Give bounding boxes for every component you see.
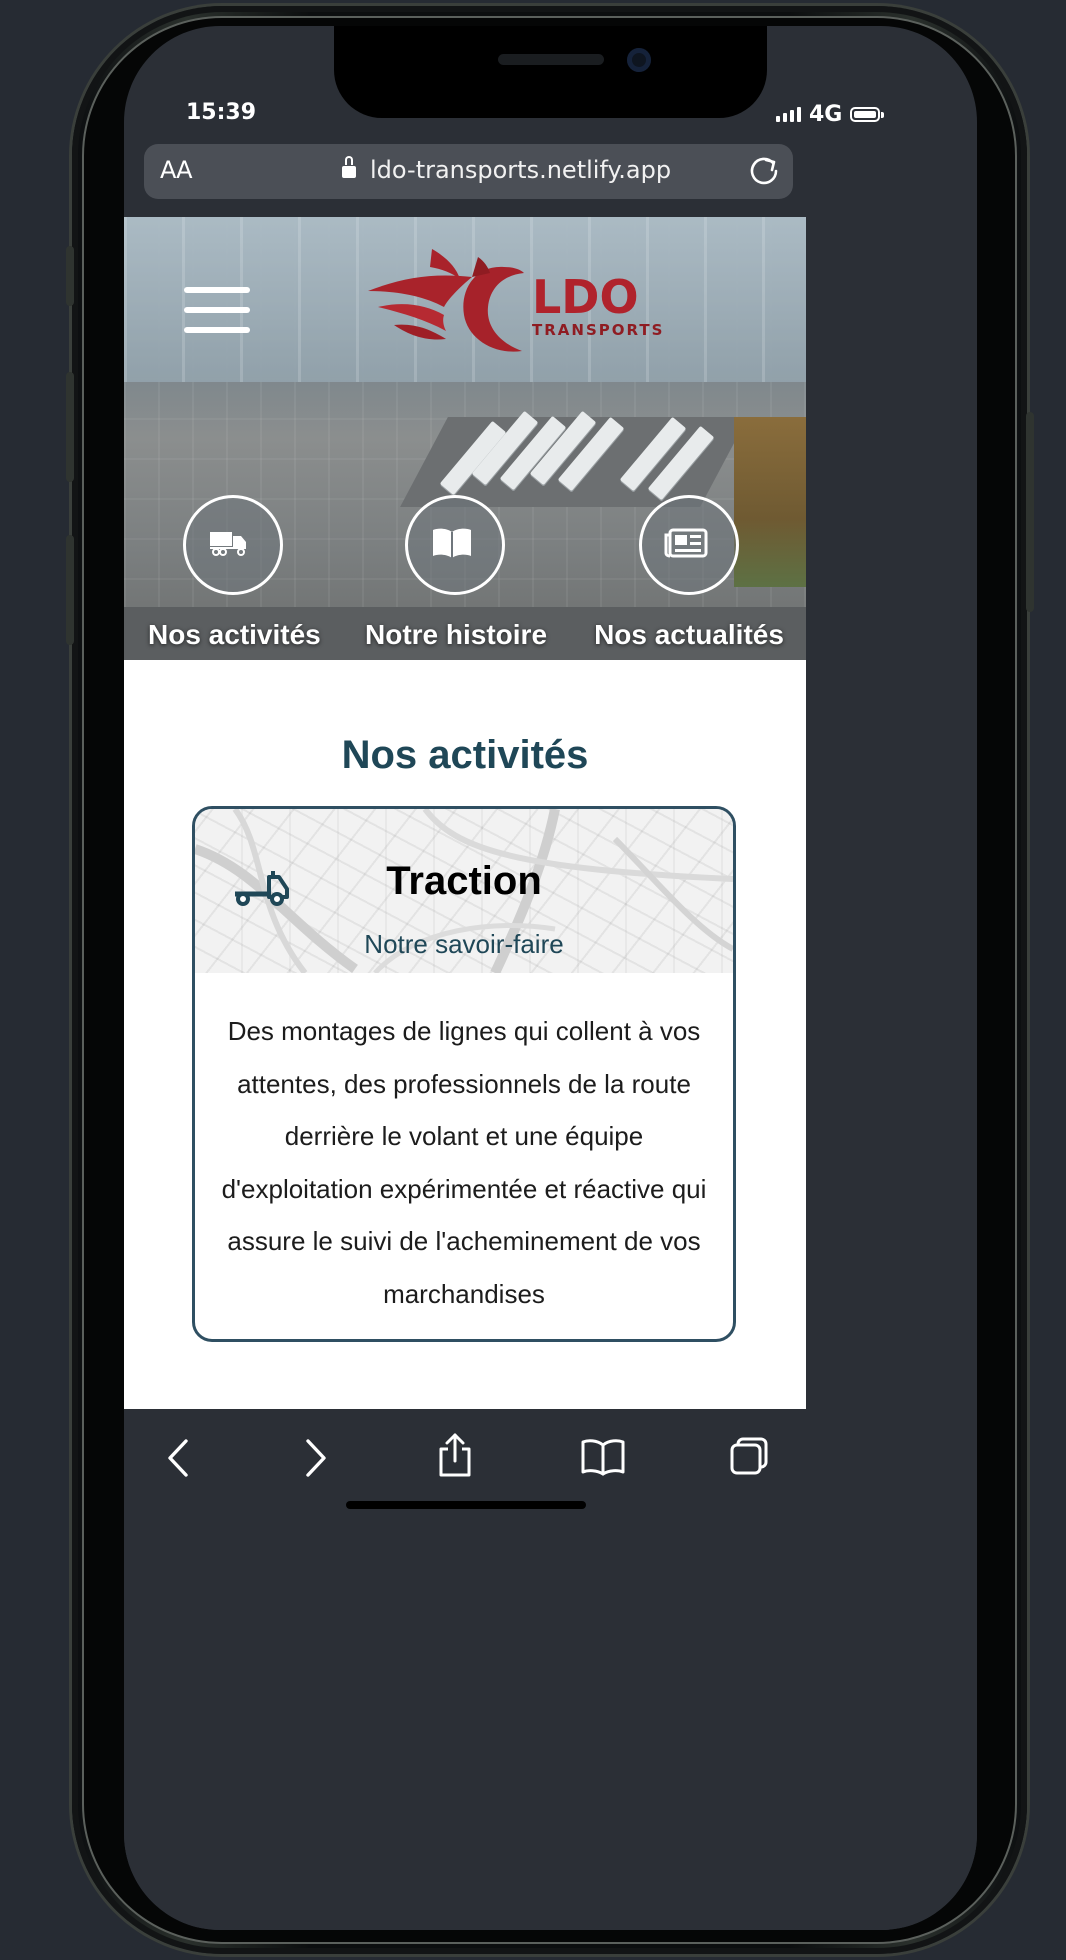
- open-book-icon: [405, 495, 505, 595]
- share-icon[interactable]: [437, 1431, 473, 1479]
- address-bar[interactable]: AA ldo-transports.netlify.app: [144, 144, 793, 199]
- web-page: LDO TRANSPORTS Nos activités Notre histo…: [124, 217, 806, 1409]
- nav-item-actualites[interactable]: Nos actualités: [594, 495, 784, 651]
- card-subtitle: Notre savoir-faire: [364, 929, 564, 959]
- book-icon[interactable]: [580, 1437, 626, 1477]
- power-button: [1026, 412, 1034, 612]
- hero-banner: LDO TRANSPORTS Nos activités Notre histo…: [124, 217, 806, 660]
- nav-label: Nos actualités: [594, 619, 784, 650]
- status-indicators: 4G: [776, 100, 885, 128]
- newspaper-icon: [639, 495, 739, 595]
- volume-down-button: [66, 535, 74, 645]
- front-camera: [627, 48, 651, 72]
- nav-item-histoire[interactable]: Notre histoire: [365, 495, 548, 651]
- battery-full-icon: [850, 106, 885, 122]
- signal-bars-icon: [776, 106, 801, 122]
- nav-label: Nos activités: [148, 619, 321, 650]
- volume-up-button: [66, 372, 74, 482]
- reload-icon[interactable]: [747, 154, 781, 188]
- lock-icon: [342, 156, 356, 178]
- text-size-button[interactable]: AA: [160, 156, 193, 184]
- browser-toolbar: [124, 1409, 977, 1930]
- section-title: Nos activités: [341, 733, 589, 777]
- truck-icon: [183, 495, 283, 595]
- logo-text: LDO: [532, 270, 639, 324]
- hamburger-menu-icon[interactable]: [184, 287, 250, 333]
- tabs-icon[interactable]: [728, 1435, 770, 1477]
- nav-item-activites[interactable]: Nos activités: [148, 495, 321, 651]
- phone-screen: 15:39 4G AA ldo-transports.netlify.app L…: [124, 26, 977, 1930]
- card-description: Des montages de lignes qui collent à vos…: [221, 1016, 707, 1309]
- ldo-transports-logo: LDO TRANSPORTS: [368, 249, 664, 352]
- url-text[interactable]: ldo-transports.netlify.app: [370, 156, 671, 184]
- nav-label: Notre histoire: [365, 619, 548, 650]
- network-type: 4G: [809, 101, 843, 127]
- status-time: 15:39: [186, 100, 257, 125]
- chevron-left-icon[interactable]: [164, 1437, 194, 1479]
- logo-subtext: TRANSPORTS: [532, 321, 664, 339]
- home-indicator[interactable]: [346, 1501, 586, 1509]
- mute-switch: [66, 246, 74, 306]
- notch: [334, 26, 767, 118]
- card-header-map: Traction Notre savoir-faire: [195, 809, 733, 973]
- activity-card[interactable]: Traction Notre savoir-faire Des montages…: [192, 806, 736, 1342]
- chevron-right-icon[interactable]: [300, 1437, 330, 1479]
- card-title: Traction: [386, 859, 542, 903]
